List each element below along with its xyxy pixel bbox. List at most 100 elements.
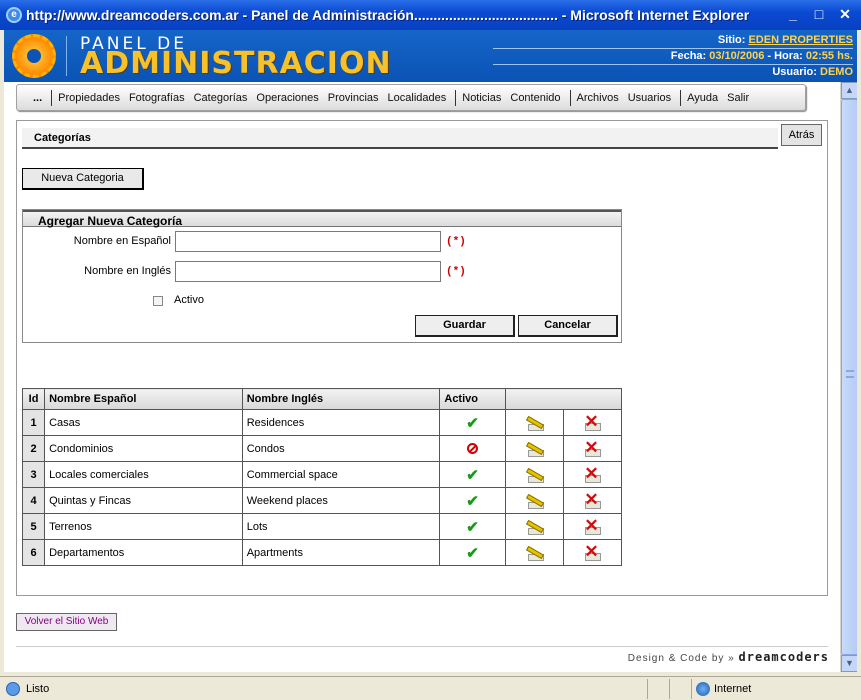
edit-pencil-icon[interactable] [524,416,545,431]
row-active: ✔ [439,487,506,514]
table-header-row: Id Nombre Español Nombre Inglés Activo [21,388,623,410]
credit-line: Design & Code by » dreamcoders [628,650,829,664]
col-active[interactable]: Activo [439,388,506,410]
site-link[interactable]: EDEN PROPERTIES [748,34,853,46]
menu-separator [680,89,682,106]
cancel-button[interactable]: Cancelar [518,315,618,337]
menu-grip[interactable]: ... [33,92,42,104]
row-edit[interactable] [504,409,564,436]
maximize-button[interactable]: □ [809,4,829,24]
back-button[interactable]: Atrás [781,124,822,146]
row-id: 3 [21,461,46,488]
row-name-en: Apartments [241,539,441,566]
form-title: Agregar Nueva Categoría [23,210,621,228]
row-delete[interactable] [562,435,623,462]
menu-item-localidades[interactable]: Localidades [388,92,447,104]
header-title: ADMINISTRACION [80,46,392,81]
menu-item-propiedades[interactable]: Propiedades [58,92,120,104]
edit-pencil-icon[interactable] [524,494,545,509]
name-en-input[interactable] [175,261,441,282]
user-info: Usuario: DEMO [772,66,853,78]
save-button[interactable]: Guardar [415,315,515,337]
menu-item-usuarios[interactable]: Usuarios [628,92,671,104]
check-icon: ✔ [466,518,479,536]
name-en-row: Nombre en Inglés (*) [23,261,623,283]
row-edit[interactable] [504,487,564,514]
row-delete[interactable] [562,539,623,566]
check-icon: ✔ [466,414,479,432]
back-to-site-button[interactable]: Volver el Sitio Web [16,613,117,631]
row-delete[interactable] [562,513,623,540]
col-id[interactable]: Id [21,388,46,410]
scroll-down-icon[interactable]: ▼ [841,655,857,672]
row-id: 2 [21,435,46,462]
menu-item-operaciones[interactable]: Operaciones [256,92,318,104]
new-category-button[interactable]: Nueva Categoria [22,168,144,190]
row-delete[interactable] [562,487,623,514]
row-name-es: Quintas y Fincas [44,487,243,514]
row-id: 1 [21,409,46,436]
check-icon: ✔ [466,544,479,562]
minimize-button[interactable]: _ [783,4,803,24]
time-value: 02:55 hs. [805,50,853,62]
window-titlebar[interactable]: e http://www.dreamcoders.com.ar - Panel … [0,0,861,30]
row-name-es: Departamentos [44,539,243,566]
forbidden-icon [466,443,478,455]
col-name-es[interactable]: Nombre Español [44,388,243,410]
name-es-label: Nombre en Español [73,235,171,247]
row-name-es: Terrenos [44,513,243,540]
table-row: 5 Terrenos Lots ✔ [21,513,623,540]
row-name-es: Locales comerciales [44,461,243,488]
menu-item-noticias[interactable]: Noticias [462,92,501,104]
row-edit[interactable] [504,461,564,488]
date-info: Fecha: 03/10/2006 - Hora: 02:55 hs. [493,50,853,65]
row-name-en: Lots [241,513,441,540]
menu-item-salir[interactable]: Salir [727,92,749,104]
date-value: 03/10/2006 [709,50,765,62]
active-checkbox[interactable] [153,296,163,306]
menu-item-ayuda[interactable]: Ayuda [687,92,718,104]
menu-item-provincias[interactable]: Provincias [328,92,379,104]
row-edit[interactable] [504,539,564,566]
row-edit[interactable] [504,513,564,540]
menu-item-archivos[interactable]: Archivos [577,92,619,104]
content-panel: Categorías Atrás Nueva Categoria Agregar… [16,120,828,596]
row-delete[interactable] [562,461,623,488]
required-mark: (*) [446,236,466,248]
credit-brand[interactable]: dreamcoders [739,650,829,664]
row-id: 4 [21,487,46,514]
credit-text: Design & Code by » [627,653,735,664]
menu-item-contenido[interactable]: Contenido [510,92,560,104]
status-cell [647,678,669,699]
menu-item-categorias[interactable]: Categorías [194,92,248,104]
page-title: Categorías [22,128,778,149]
gear-logo-icon [12,34,56,78]
close-button[interactable]: ✕ [835,4,855,24]
row-name-es: Casas [44,409,243,436]
menu-item-fotografias[interactable]: Fotografías [129,92,185,104]
scroll-thumb[interactable] [841,99,857,655]
row-edit[interactable] [504,435,564,462]
table-row: 1 Casas Residences ✔ [21,409,623,436]
status-bar: Listo Internet [0,676,861,700]
zone-label: Internet [714,682,752,695]
delete-x-icon[interactable] [582,438,602,458]
row-name-en: Commercial space [241,461,441,488]
delete-x-icon[interactable] [582,412,602,432]
edit-pencil-icon[interactable] [524,468,545,483]
edit-pencil-icon[interactable] [524,546,545,561]
scroll-up-icon[interactable]: ▲ [841,82,857,99]
row-delete[interactable] [562,409,623,436]
delete-x-icon[interactable] [582,542,602,562]
vertical-scrollbar[interactable]: ▲ ▼ [840,82,857,672]
security-zone: Internet [691,678,861,699]
name-es-input[interactable] [175,231,441,252]
edit-pencil-icon[interactable] [524,442,545,457]
edit-pencil-icon[interactable] [524,520,545,535]
col-name-en[interactable]: Nombre Inglés [241,388,441,410]
delete-x-icon[interactable] [582,464,602,484]
delete-x-icon[interactable] [582,490,602,510]
user-value: DEMO [820,66,853,78]
row-active: ✔ [439,461,506,488]
delete-x-icon[interactable] [582,516,602,536]
